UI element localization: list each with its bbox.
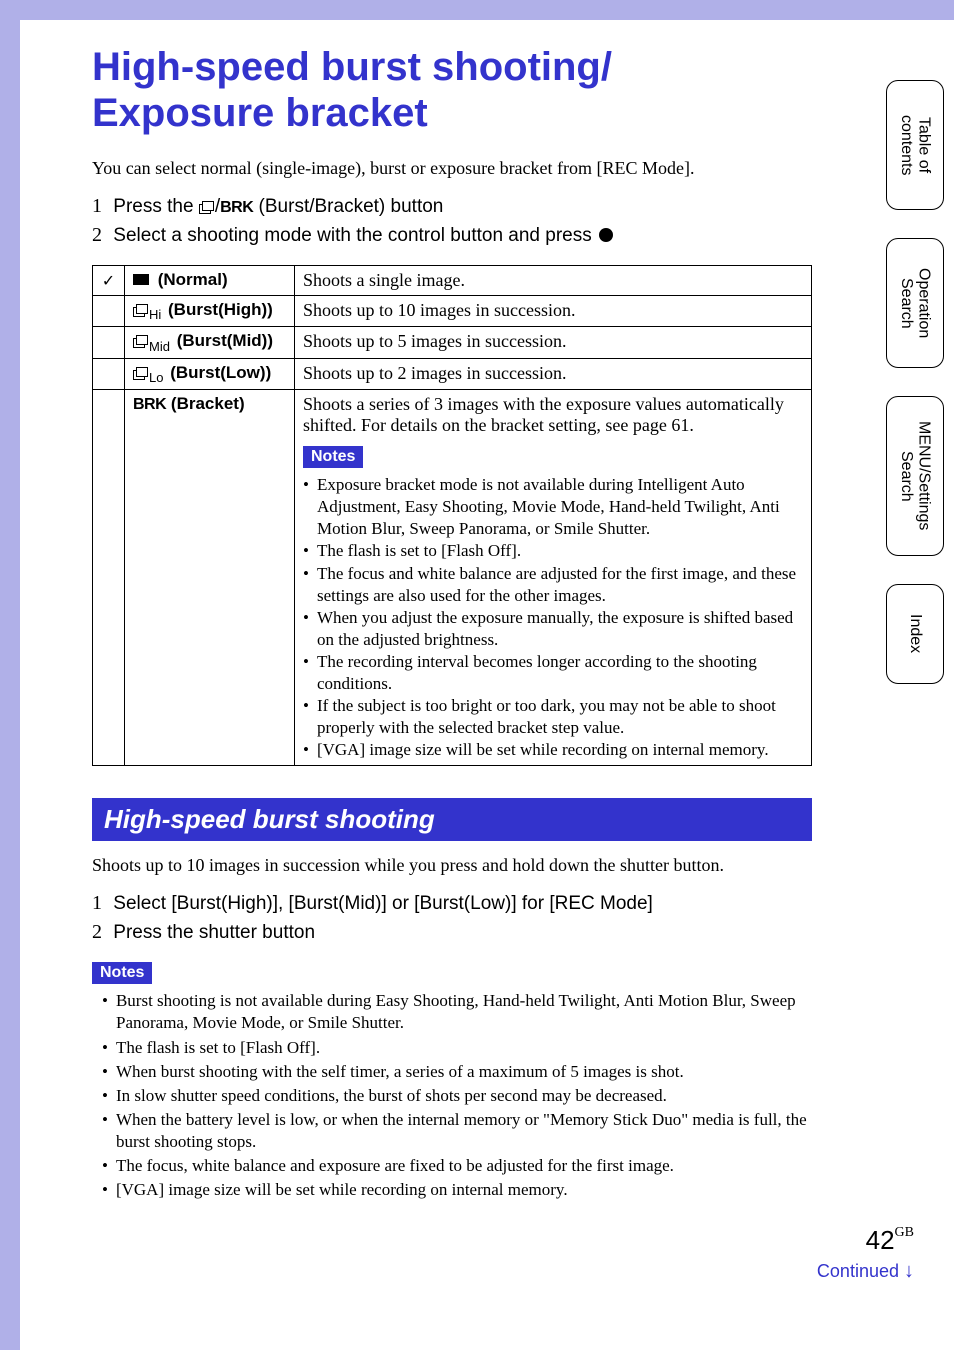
list-item: The recording interval becomes longer ac… [303, 651, 803, 695]
list-item: When the battery level is low, or when t… [102, 1109, 812, 1153]
page-title: High-speed burst shooting/ Exposure brac… [92, 44, 914, 136]
burst-mid-icon [133, 335, 147, 347]
check-cell [93, 327, 125, 358]
mode-desc: Shoots up to 10 images in succession. [295, 296, 812, 327]
tab-toc-label: Table of contents [897, 115, 932, 175]
tab-table-of-contents[interactable]: Table of contents [886, 80, 944, 210]
check-cell [93, 390, 125, 766]
table-row-bracket: BRK (Bracket) Shoots a series of 3 image… [93, 390, 812, 766]
list-item: Burst shooting is not available during E… [102, 990, 812, 1034]
intro-text: You can select normal (single-image), bu… [92, 158, 914, 179]
step-number: 1 [92, 195, 102, 217]
table-row: Lo (Burst(Low)) Shoots up to 2 images in… [93, 358, 812, 389]
step-number: 2 [92, 921, 102, 943]
step-1-text: Select [Burst(High)], [Burst(Mid)] or [B… [113, 893, 653, 914]
side-nav-tabs: Table of contents Operation Search MENU/… [886, 80, 944, 684]
mode-label: Lo (Burst(Low)) [125, 358, 295, 389]
step-number: 2 [92, 224, 102, 246]
brk-icon-text: BRK [133, 396, 166, 413]
list-item: The focus, white balance and exposure ar… [102, 1155, 812, 1177]
checkmark-icon: ✓ [102, 273, 115, 290]
normal-mode-icon [133, 274, 149, 285]
check-cell [93, 296, 125, 327]
mode-label: (Normal) [125, 266, 295, 296]
step-2-text: Select a shooting mode with the control … [113, 225, 597, 246]
list-item: [VGA] image size will be set while recor… [303, 739, 803, 761]
label-text: (Normal) [158, 270, 228, 289]
page-content: Table of contents Operation Search MENU/… [0, 20, 954, 1223]
continued-indicator: Continued ↓ [817, 1260, 914, 1283]
list-item: The flash is set to [Flash Off]. [102, 1037, 812, 1059]
tab-index-label: Index [906, 614, 924, 653]
page-number-block: 42GB [817, 1225, 914, 1256]
step-1-suffix: (Burst/Bracket) button [253, 196, 443, 217]
list-item: Exposure bracket mode is not available d… [303, 474, 803, 540]
mode-table: ✓ (Normal) Shoots a single image. Hi (Bu… [92, 265, 812, 766]
step-number: 1 [92, 892, 102, 914]
label-text: (Burst(Mid)) [177, 331, 273, 350]
label-text: (Bracket) [171, 394, 245, 413]
mode-desc: Shoots up to 2 images in succession. [295, 358, 812, 389]
page-gb-suffix: GB [895, 1225, 914, 1240]
label-text: (Burst(Low)) [170, 363, 271, 382]
step-1: 1 Select [Burst(High)], [Burst(Mid)] or … [92, 892, 914, 915]
default-check-cell: ✓ [93, 266, 125, 296]
section-notes-list: Burst shooting is not available during E… [92, 990, 812, 1201]
list-item: [VGA] image size will be set while recor… [102, 1179, 812, 1201]
steps-block-2: 1 Select [Burst(High)], [Burst(Mid)] or … [92, 892, 914, 944]
section-header: High-speed burst shooting [92, 798, 812, 841]
table-row: Hi (Burst(High)) Shoots up to 10 images … [93, 296, 812, 327]
steps-block-1: 1 Press the /BRK (Burst/Bracket) button … [92, 195, 914, 247]
list-item: In slow shutter speed conditions, the bu… [102, 1085, 812, 1107]
step-1: 1 Press the /BRK (Burst/Bracket) button [92, 195, 914, 218]
list-item: The flash is set to [Flash Off]. [303, 540, 803, 562]
burst-hi-icon [133, 304, 147, 316]
top-accent-bar [0, 0, 954, 20]
label-text: (Burst(High)) [168, 300, 273, 319]
page-number: 42 [866, 1225, 895, 1255]
table-row: ✓ (Normal) Shoots a single image. [93, 266, 812, 296]
tab-operation-search[interactable]: Operation Search [886, 238, 944, 368]
mode-label: Mid (Burst(Mid)) [125, 327, 295, 358]
section-intro: Shoots up to 10 images in succession whi… [92, 855, 914, 876]
brk-icon-text: BRK [220, 199, 253, 216]
step-2: 2 Press the shutter button [92, 921, 914, 944]
check-cell [93, 358, 125, 389]
tab-operation-label: Operation Search [897, 268, 932, 338]
list-item: When you adjust the exposure manually, t… [303, 607, 803, 651]
mode-desc-bracket: Shoots a series of 3 images with the exp… [295, 390, 812, 766]
notes-badge: Notes [92, 962, 152, 984]
page-footer: 42GB Continued ↓ [817, 1225, 914, 1283]
mode-desc: Shoots up to 5 images in succession. [295, 327, 812, 358]
list-item: The focus and white balance are adjusted… [303, 563, 803, 607]
bracket-notes-list: Exposure bracket mode is not available d… [303, 474, 803, 761]
mode-label: BRK (Bracket) [125, 390, 295, 766]
list-item: When burst shooting with the self timer,… [102, 1061, 812, 1083]
step-2-text: Press the shutter button [113, 922, 315, 943]
step-1-prefix: Press the [113, 196, 199, 217]
mode-label: Hi (Burst(High)) [125, 296, 295, 327]
step-2: 2 Select a shooting mode with the contro… [92, 224, 914, 247]
center-button-icon [599, 228, 613, 242]
notes-badge: Notes [303, 446, 363, 468]
tab-menu-label: MENU/Settings Search [897, 421, 932, 530]
burst-lo-icon [133, 367, 147, 379]
burst-icon [199, 201, 213, 213]
table-row: Mid (Burst(Mid)) Shoots up to 5 images i… [93, 327, 812, 358]
tab-index[interactable]: Index [886, 584, 944, 684]
down-arrow-icon: ↓ [904, 1260, 914, 1282]
mode-desc: Shoots a single image. [295, 266, 812, 296]
bracket-desc-text: Shoots a series of 3 images with the exp… [303, 394, 803, 436]
tab-menu-settings-search[interactable]: MENU/Settings Search [886, 396, 944, 556]
list-item: If the subject is too bright or too dark… [303, 695, 803, 739]
continued-text: Continued [817, 1261, 904, 1281]
